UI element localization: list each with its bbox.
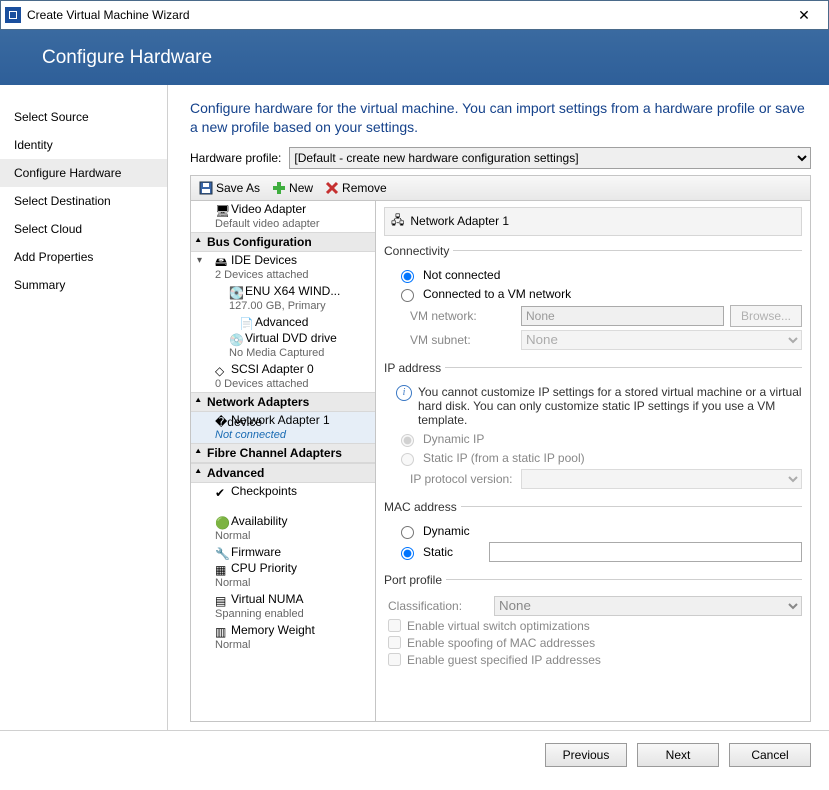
next-button[interactable]: Next — [637, 743, 719, 767]
list-icon: 📄 — [239, 317, 253, 329]
disk-icon: 💽 — [229, 286, 243, 298]
vm-network-field — [521, 306, 724, 326]
radio-mac-static[interactable] — [401, 547, 414, 560]
dvd-icon: 💿 — [229, 333, 243, 345]
ip-proto-label: IP protocol version: — [410, 472, 515, 486]
tree-scsi[interactable]: ◇SCSI Adapter 00 Devices attached — [191, 361, 375, 392]
ip-info-text: You cannot customize IP settings for a s… — [418, 385, 802, 427]
details-panel: 🖧 Network Adapter 1 Connectivity Not con… — [376, 201, 810, 721]
hardware-profile-select[interactable]: [Default - create new hardware configura… — [289, 147, 811, 169]
cpu-icon: ▦ — [215, 563, 229, 575]
classification-select[interactable]: None — [494, 596, 802, 616]
chk-mac-spoof — [388, 636, 401, 649]
tree-memory-weight[interactable]: ▥Memory WeightNormal — [191, 622, 375, 653]
plus-icon — [272, 181, 286, 195]
step-identity[interactable]: Identity — [0, 131, 167, 159]
mac-address-field[interactable] — [489, 542, 802, 562]
step-select-cloud[interactable]: Select Cloud — [0, 215, 167, 243]
numa-icon: ▤ — [215, 594, 229, 606]
new-button[interactable]: New — [268, 181, 317, 195]
ip-proto-select — [521, 469, 802, 489]
classification-label: Classification: — [388, 599, 488, 613]
tree-firmware[interactable]: 🔧Firmware — [191, 544, 375, 560]
group-ip: IP address i You cannot customize IP set… — [384, 361, 802, 492]
tree-availability[interactable]: 🟢AvailabilityNormal — [191, 513, 375, 544]
tree-advanced-header[interactable]: Advanced — [191, 463, 375, 483]
chk-vswitch-opt — [388, 619, 401, 632]
details-title: Network Adapter 1 — [410, 214, 509, 228]
group-connectivity: Connectivity Not connected Connected to … — [384, 244, 802, 353]
previous-button[interactable]: Previous — [545, 743, 627, 767]
remove-button[interactable]: Remove — [321, 181, 391, 195]
save-icon — [199, 181, 213, 195]
step-summary[interactable]: Summary — [0, 271, 167, 299]
collapse-icon[interactable]: ▾ — [197, 254, 208, 265]
nic-icon: 🖧 — [391, 211, 404, 232]
checkpoint-icon: ✔ — [215, 486, 229, 498]
tree-nic1[interactable]: �deviceNetwork Adapter 1Not connected — [191, 412, 375, 443]
tree-video-adapter[interactable]: 🖥Video AdapterDefault video adapter — [191, 201, 375, 232]
tree-numa[interactable]: ▤Virtual NUMASpanning enabled — [191, 591, 375, 622]
page-heading: Configure hardware for the virtual machi… — [190, 99, 811, 137]
x-icon — [325, 181, 339, 195]
tree-ide-devices[interactable]: ▾ 🖴IDE Devices2 Devices attached — [191, 252, 375, 283]
tree-dvd[interactable]: 💿Virtual DVD driveNo Media Captured — [191, 330, 375, 361]
nic-icon: �device — [215, 415, 229, 427]
app-icon — [5, 7, 21, 23]
radio-dynamic-ip — [401, 434, 414, 447]
hardware-profile-label: Hardware profile: — [190, 151, 281, 165]
hardware-tree[interactable]: 🖥Video AdapterDefault video adapter Bus … — [191, 201, 376, 721]
monitor-icon: 🖥 — [215, 204, 229, 216]
window-title: Create Virtual Machine Wizard — [27, 8, 784, 22]
chk-guest-ip — [388, 653, 401, 666]
info-icon: i — [396, 385, 412, 401]
tree-advanced[interactable]: 📄Advanced — [191, 314, 375, 330]
group-mac: MAC address Dynamic Static — [384, 500, 802, 565]
details-header: 🖧 Network Adapter 1 — [384, 207, 802, 236]
step-add-properties[interactable]: Add Properties — [0, 243, 167, 271]
tree-disk[interactable]: 💽ENU X64 WIND...127.00 GB, Primary — [191, 283, 375, 314]
titlebar: Create Virtual Machine Wizard ✕ — [0, 0, 829, 30]
vm-subnet-select: None — [521, 330, 802, 350]
step-select-source[interactable]: Select Source — [0, 103, 167, 131]
radio-not-connected[interactable] — [401, 270, 414, 283]
radio-static-ip — [401, 453, 414, 466]
save-as-button[interactable]: Save As — [195, 181, 264, 195]
tree-cpu-priority[interactable]: ▦CPU PriorityNormal — [191, 560, 375, 591]
banner: Configure Hardware — [0, 30, 829, 85]
tree-network-header[interactable]: Network Adapters — [191, 392, 375, 412]
vm-subnet-label: VM subnet: — [410, 333, 515, 347]
close-button[interactable]: ✕ — [784, 7, 824, 24]
ide-icon: 🖴 — [215, 255, 229, 267]
wizard-steps: Select Source Identity Configure Hardwar… — [0, 85, 168, 730]
memory-icon: ▥ — [215, 625, 229, 637]
step-configure-hardware[interactable]: Configure Hardware — [0, 159, 167, 187]
banner-title: Configure Hardware — [42, 47, 212, 69]
toolbar: Save As New Remove — [190, 175, 811, 201]
cancel-button[interactable]: Cancel — [729, 743, 811, 767]
radio-connected[interactable] — [401, 289, 414, 302]
footer: Previous Next Cancel — [0, 730, 829, 778]
tree-checkpoints[interactable]: ✔Checkpoints — [191, 483, 375, 513]
group-port-profile: Port profile Classification: None Enable… — [384, 573, 802, 670]
scsi-icon: ◇ — [215, 364, 229, 376]
tree-fc-header[interactable]: Fibre Channel Adapters — [191, 443, 375, 463]
tree-bus-config-header[interactable]: Bus Configuration — [191, 232, 375, 252]
radio-mac-dynamic[interactable] — [401, 526, 414, 539]
step-select-destination[interactable]: Select Destination — [0, 187, 167, 215]
availability-icon: 🟢 — [215, 516, 229, 528]
vm-network-label: VM network: — [410, 309, 515, 323]
browse-button: Browse... — [730, 305, 802, 327]
firmware-icon: 🔧 — [215, 547, 229, 559]
